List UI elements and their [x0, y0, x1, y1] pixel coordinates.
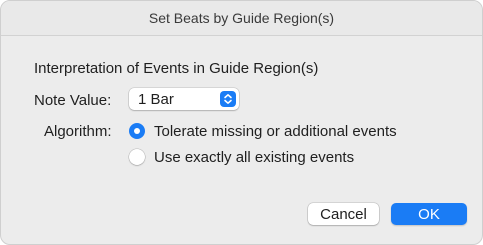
set-beats-dialog: Set Beats by Guide Region(s) Interpretat… [0, 0, 483, 245]
radio-use-exactly[interactable]: Use exactly all existing events [129, 147, 354, 167]
cancel-button[interactable]: Cancel [308, 203, 379, 225]
note-value-select[interactable]: 1 Bar [129, 88, 239, 110]
note-value-label: Note Value: [34, 92, 112, 109]
radio-unselected-icon[interactable] [129, 149, 145, 165]
up-down-chevron-icon[interactable] [220, 91, 236, 107]
radio-selected-icon[interactable] [129, 123, 145, 139]
radio-label: Use exactly all existing events [154, 148, 355, 166]
ok-button[interactable]: OK [391, 203, 467, 225]
note-value-selected: 1 Bar [138, 91, 174, 108]
algorithm-label: Algorithm: [44, 123, 112, 140]
radio-label: Tolerate missing or additional events [154, 122, 397, 140]
radio-tolerate-missing[interactable]: Tolerate missing or additional events [129, 121, 397, 141]
window-title: Set Beats by Guide Region(s) [1, 1, 482, 36]
section-title: Interpretation of Events in Guide Region… [34, 60, 319, 77]
